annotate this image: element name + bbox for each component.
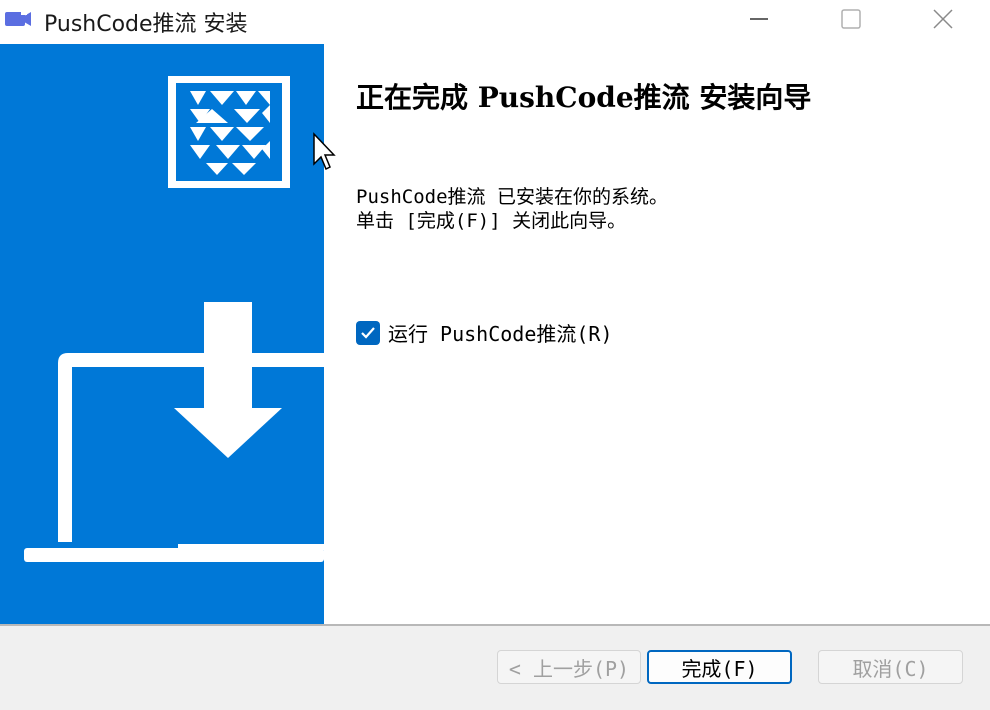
maximize-icon bbox=[841, 9, 861, 29]
run-checkbox-label[interactable]: 运行 PushCode推流(R) bbox=[388, 318, 613, 347]
installed-message: PushCode推流 已安装在你的系统。 bbox=[356, 186, 668, 208]
cancel-button[interactable]: 取消(C) bbox=[818, 650, 963, 684]
minimize-icon bbox=[750, 18, 768, 20]
download-to-laptop-icon bbox=[24, 302, 324, 562]
close-button[interactable] bbox=[897, 0, 989, 38]
run-after-install-option[interactable]: 运行 PushCode推流(R) bbox=[356, 318, 613, 347]
title-bar: PushCode推流 安装 bbox=[0, 0, 990, 44]
close-instruction: 单击 [完成(F)] 关闭此向导。 bbox=[356, 210, 627, 232]
minimize-button[interactable] bbox=[713, 0, 805, 38]
wizard-sidebar bbox=[0, 44, 324, 624]
page-title: 正在完成 PushCode推流 安装向导 bbox=[356, 81, 812, 114]
finish-button[interactable]: 完成(F) bbox=[647, 650, 792, 684]
checkmark-icon bbox=[361, 326, 375, 339]
wizard-footer: < 上一步(P) 完成(F) 取消(C) bbox=[0, 626, 990, 710]
close-icon bbox=[933, 9, 953, 29]
app-icon bbox=[5, 9, 31, 26]
window-title: PushCode推流 安装 bbox=[44, 12, 248, 37]
wizard-content: 正在完成 PushCode推流 安装向导 PushCode推流 已安装在你的系统… bbox=[324, 44, 990, 624]
back-button[interactable]: < 上一步(P) bbox=[497, 650, 641, 684]
mouse-cursor-icon bbox=[313, 132, 336, 171]
maximize-button[interactable] bbox=[805, 0, 897, 38]
run-checkbox[interactable] bbox=[356, 320, 380, 345]
